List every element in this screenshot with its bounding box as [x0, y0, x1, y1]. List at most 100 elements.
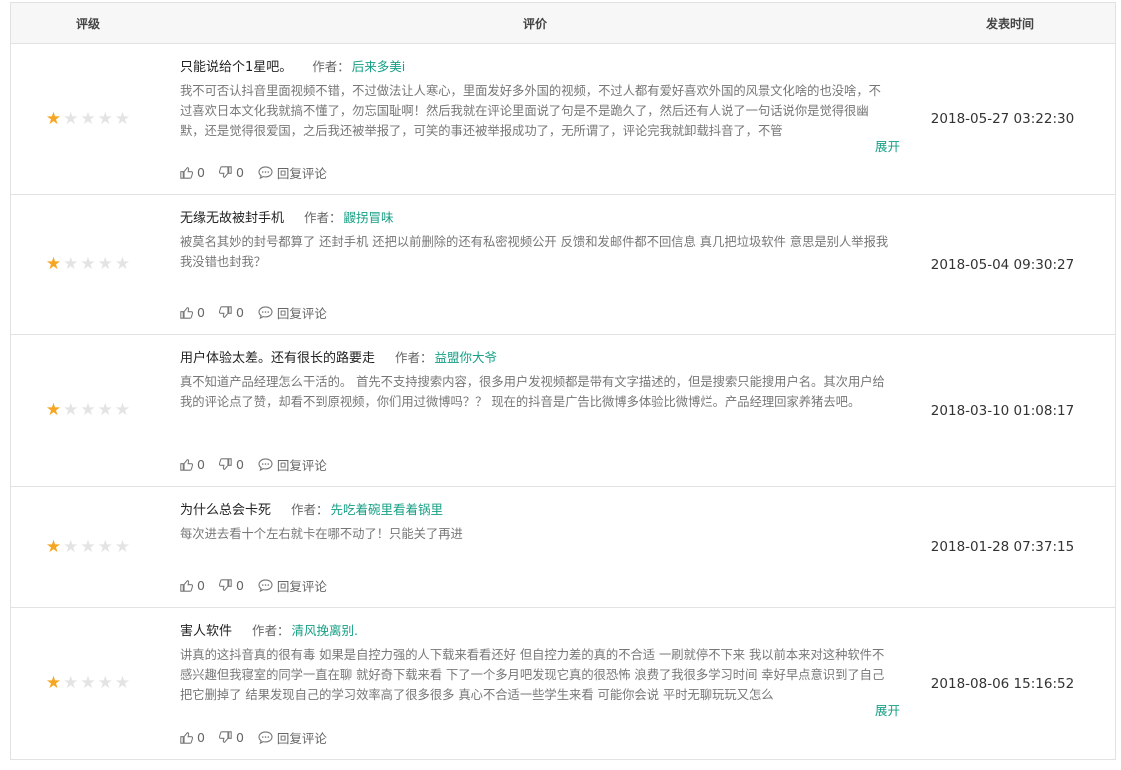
header-rating: 评级: [75, 16, 100, 31]
review-title: 只能说给个1星吧。: [180, 59, 293, 75]
star-rating: ★ ★ ★ ★ ★: [46, 256, 130, 273]
reply-button[interactable]: 回复评论: [258, 163, 327, 182]
star-empty-icon: ★: [97, 673, 113, 693]
star-empty-icon: ★: [80, 536, 96, 557]
star-empty-icon: ★: [80, 400, 96, 420]
reply-label: 回复评论: [276, 458, 327, 473]
thumbs-up-icon: [180, 458, 197, 471]
thumbs-down-icon: [218, 579, 236, 592]
review-title-line: 害人软件 作者： 清风挽离别.: [180, 619, 890, 639]
review-title: 用户体验太差。还有很长的路要走: [180, 350, 376, 366]
table-row: ★ ★ ★ ★ ★ 只能说给个1星吧。 作者： 后来多美i 我不可否认抖音里面视频不错，…: [11, 44, 1115, 195]
like-count: 0: [197, 457, 205, 472]
like-button[interactable]: 0: [180, 457, 205, 472]
reply-button[interactable]: 回复评论: [258, 455, 327, 474]
star-empty-icon: ★: [97, 400, 113, 420]
expand-link[interactable]: 展开: [875, 700, 900, 719]
thumbs-up-icon: [180, 731, 197, 744]
like-count: 0: [197, 578, 205, 593]
review-actions: 0 0 回复评论: [180, 455, 327, 474]
thumbs-down-icon: [218, 731, 236, 744]
review-title-line: 用户体验太差。还有很长的路要走 作者： 益盟你大爷: [180, 346, 890, 366]
dislike-button[interactable]: 0: [218, 457, 244, 472]
review-content: 被莫名其妙的封号都算了 还封手机 还把以前删除的还有私密视频公开 反馈和发邮件都…: [180, 235, 889, 269]
star-rating: ★ ★ ★ ★ ★: [45, 108, 130, 129]
table-row: ★ ★ ★ ★ ★ 用户体验太差。还有很长的路要走 作者： 益盟你大爷 真不知道产品经理…: [11, 335, 1115, 487]
star-empty-icon: ★: [114, 673, 131, 693]
review-title-line: 为什么总会卡死 作者： 先吃着碗里看着锅里: [180, 498, 890, 518]
star-rating: ★ ★ ★ ★ ★: [46, 402, 130, 419]
star-empty-icon: ★: [63, 108, 79, 129]
thumbs-up-icon: [180, 166, 197, 179]
star-empty-icon: ★: [97, 108, 113, 129]
review-cell: 害人软件 作者： 清风挽离别. 讲真的这抖音真的很有毒 如果是自控力强的人下载来…: [165, 608, 900, 759]
review-title-line: 只能说给个1星吧。 作者： 后来多美i: [180, 55, 890, 75]
rating-cell: ★ ★ ★ ★ ★: [11, 335, 165, 486]
table-row: ★ ★ ★ ★ ★ 无缘无故被封手机 作者： 鼹拐冒味 被莫名其妙的封号都算了 还封手机…: [11, 195, 1115, 335]
table-row: ★ ★ ★ ★ ★ 害人软件 作者： 清风挽离别. 讲真的这抖音真的很有毒 如果是自控力…: [11, 608, 1115, 759]
star-filled-icon: ★: [45, 108, 62, 129]
like-button[interactable]: 0: [180, 730, 205, 745]
comment-icon: [258, 166, 277, 179]
star-empty-icon: ★: [97, 536, 113, 557]
dislike-button[interactable]: 0: [218, 730, 244, 745]
author-name[interactable]: 后来多美i: [352, 56, 405, 75]
reply-button[interactable]: 回复评论: [258, 303, 327, 322]
author-label: 作者：: [395, 349, 433, 365]
dislike-button[interactable]: 0: [218, 165, 244, 180]
review-actions: 0 0 回复评论: [180, 728, 327, 747]
author-label: 作者：: [291, 501, 329, 517]
author-name[interactable]: 益盟你大爷: [435, 347, 498, 366]
header-time: 发表时间: [985, 16, 1034, 31]
like-button[interactable]: 0: [180, 578, 205, 593]
dislike-count: 0: [235, 165, 244, 180]
like-count: 0: [197, 305, 205, 320]
dislike-button[interactable]: 0: [218, 305, 244, 320]
star-empty-icon: ★: [63, 673, 79, 693]
comment-icon: [258, 458, 277, 471]
review-actions: 0 0 回复评论: [180, 303, 327, 322]
review-content: 讲真的这抖音真的很有毒 如果是自控力强的人下载来看看还好 但自控力差的真的不合适…: [180, 648, 885, 702]
author-label: 作者：: [252, 622, 290, 638]
like-button[interactable]: 0: [180, 165, 205, 180]
author-name[interactable]: 清风挽离别.: [292, 620, 358, 639]
star-empty-icon: ★: [114, 400, 131, 420]
thumbs-down-icon: [218, 458, 236, 471]
review-cell: 无缘无故被封手机 作者： 鼹拐冒味 被莫名其妙的封号都算了 还封手机 还把以前删…: [165, 195, 890, 334]
dislike-count: 0: [235, 457, 244, 472]
like-button[interactable]: 0: [180, 305, 205, 320]
reviews-table: 评级 评价 发表时间 ★ ★ ★ ★ ★ 只能说给个1星吧。 作者： 后来多美i 我不可…: [10, 2, 1116, 760]
rating-cell: ★ ★ ★ ★ ★: [11, 44, 165, 194]
reply-label: 回复评论: [276, 731, 327, 746]
review-title: 为什么总会卡死: [180, 502, 272, 518]
review-cell: 为什么总会卡死 作者： 先吃着碗里看着锅里 每次进去看十个左右就卡在哪不动了！只…: [165, 487, 890, 607]
dislike-count: 0: [235, 578, 244, 593]
review-content: 每次进去看十个左右就卡在哪不动了！只能关了再进: [180, 527, 463, 541]
dislike-button[interactable]: 0: [218, 578, 244, 593]
time-cell: 2018-03-10 01:08:17: [930, 402, 1075, 419]
comment-icon: [258, 579, 277, 592]
author-name[interactable]: 先吃着碗里看着锅里: [331, 499, 444, 518]
star-rating: ★ ★ ★ ★ ★: [46, 675, 130, 692]
dislike-count: 0: [235, 730, 244, 745]
star-filled-icon: ★: [45, 400, 62, 420]
rating-cell: ★ ★ ★ ★ ★: [11, 487, 165, 607]
star-rating: ★ ★ ★ ★ ★: [46, 536, 131, 557]
star-empty-icon: ★: [80, 108, 96, 129]
reply-button[interactable]: 回复评论: [258, 728, 327, 747]
comment-icon: [258, 731, 277, 744]
star-empty-icon: ★: [114, 536, 131, 557]
thumbs-up-icon: [180, 579, 197, 592]
star-filled-icon: ★: [45, 673, 62, 693]
star-empty-icon: ★: [80, 673, 96, 693]
expand-link[interactable]: 展开: [875, 136, 900, 155]
table-header: 评级 评价 发表时间: [11, 3, 1115, 44]
reply-label: 回复评论: [276, 579, 327, 594]
star-filled-icon: ★: [45, 254, 62, 274]
reply-label: 回复评论: [276, 306, 327, 321]
review-actions: 0 0 回复评论: [180, 163, 327, 182]
reply-button[interactable]: 回复评论: [258, 576, 327, 595]
table-body: ★ ★ ★ ★ ★ 只能说给个1星吧。 作者： 后来多美i 我不可否认抖音里面视频不错，…: [11, 44, 1115, 759]
review-cell: 用户体验太差。还有很长的路要走 作者： 益盟你大爷 真不知道产品经理怎么干活的。…: [165, 335, 890, 486]
author-name[interactable]: 鼹拐冒味: [344, 207, 394, 226]
